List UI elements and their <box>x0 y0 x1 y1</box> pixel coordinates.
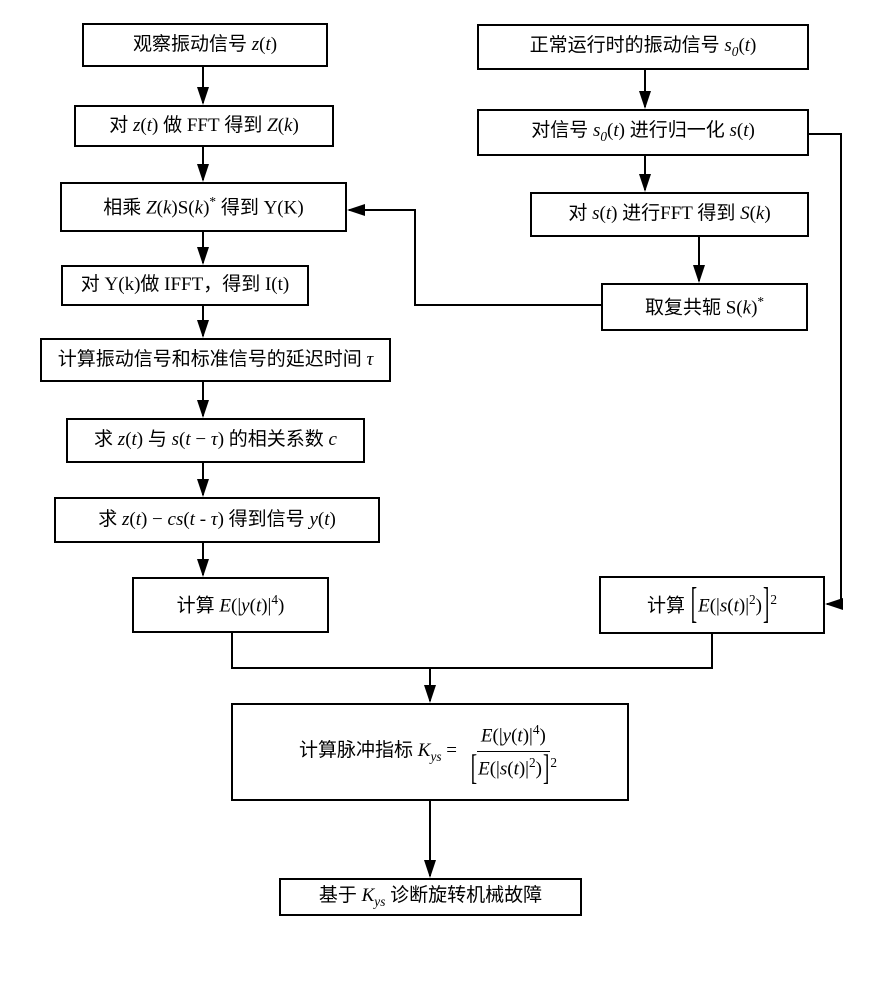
box-e-s2sq: 计算 [E(|s(t)|2)]2 <box>599 576 825 634</box>
box-conjugate: 取复共轭 S(k)* <box>601 283 808 331</box>
box-compute-kys: 计算脉冲指标 Kys = E(|y(t)|4) [E(|s(t)|2)]2 <box>231 703 629 801</box>
text: 取复共轭 S(k)* <box>645 293 764 321</box>
box-normalize: 对信号 s0(t) 进行归一化 s(t) <box>477 109 809 156</box>
box-compute-delay: 计算振动信号和标准信号的延迟时间 τ <box>40 338 391 382</box>
text: 计算 E(|y(t)|4) <box>177 591 285 619</box>
text: 求 z(t) 与 s(t − τ) 的相关系数 c <box>94 428 337 453</box>
text: 观察振动信号 z(t) <box>133 33 277 58</box>
box-observe-signal: 观察振动信号 z(t) <box>82 23 328 67</box>
box-fft-s: 对 s(t) 进行FFT 得到 S(k) <box>530 192 809 237</box>
text: 相乘 Z(k)S(k)* 得到 Y(K) <box>103 193 303 221</box>
text: 求 z(t) − cs(t - τ) 得到信号 y(t) <box>98 508 336 533</box>
text: 对信号 s0(t) 进行归一化 s(t) <box>531 119 755 145</box>
box-diagnose: 基于 Kys 诊断旋转机械故障 <box>279 878 582 916</box>
box-ifft-y: 对 Y(k)做 IFFT，得到 I(t) <box>61 265 309 306</box>
box-subtract: 求 z(t) − cs(t - τ) 得到信号 y(t) <box>54 497 380 543</box>
text: 对 Y(k)做 IFFT，得到 I(t) <box>81 273 289 298</box>
text: 正常运行时的振动信号 s0(t) <box>530 34 757 60</box>
box-e-y4: 计算 E(|y(t)|4) <box>132 577 329 633</box>
box-fft-z: 对 z(t) 做 FFT 得到 Z(k) <box>74 105 334 147</box>
box-multiply-zk-sk: 相乘 Z(k)S(k)* 得到 Y(K) <box>60 182 347 232</box>
text: 计算 [E(|s(t)|2)]2 <box>647 591 777 619</box>
text: 对 s(t) 进行FFT 得到 S(k) <box>568 202 770 227</box>
text: 对 z(t) 做 FFT 得到 Z(k) <box>109 114 299 139</box>
text: 计算振动信号和标准信号的延迟时间 τ <box>58 348 374 373</box>
text: 计算脉冲指标 Kys = E(|y(t)|4) [E(|s(t)|2)]2 <box>299 721 561 782</box>
text: 基于 Kys 诊断旋转机械故障 <box>319 884 542 910</box>
box-normal-signal: 正常运行时的振动信号 s0(t) <box>477 24 809 70</box>
box-correlation: 求 z(t) 与 s(t − τ) 的相关系数 c <box>66 418 365 463</box>
